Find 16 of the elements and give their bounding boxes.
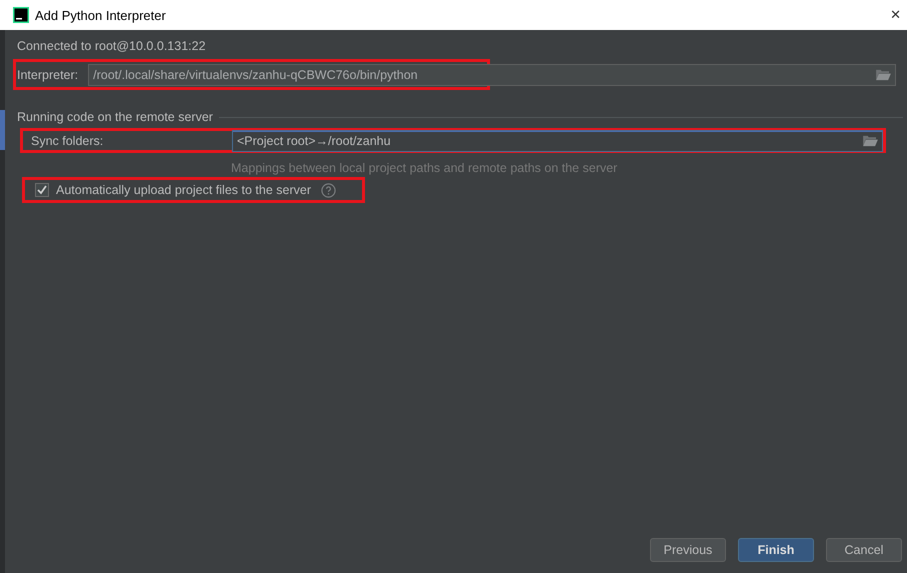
help-icon[interactable] xyxy=(321,182,336,198)
section-title: Running code on the remote server xyxy=(17,110,213,124)
connection-text: Connected to root@10.0.0.131:22 xyxy=(17,39,207,53)
auto-upload-label[interactable]: Automatically upload project files to the server xyxy=(56,183,311,197)
dialog-button[interactable]: Cancel xyxy=(826,538,902,562)
sync-folders-label: Sync folders: xyxy=(31,134,104,148)
app-logo-icon xyxy=(13,7,29,23)
close-button[interactable]: ✕ xyxy=(884,8,907,22)
finish-button[interactable]: Finish xyxy=(738,538,814,562)
window-title: Add Python Interpreter xyxy=(35,8,166,22)
interpreter-label: Interpreter: xyxy=(17,68,78,82)
sync-hint: Mappings between local project paths and remote paths on the server xyxy=(231,161,618,175)
checkbox[interactable] xyxy=(35,183,49,197)
folder-icon[interactable] xyxy=(863,134,878,146)
sync-folders-field[interactable]: <Project root>→/root/zanhu xyxy=(232,130,883,152)
dialog-button[interactable]: Previous xyxy=(650,538,726,562)
